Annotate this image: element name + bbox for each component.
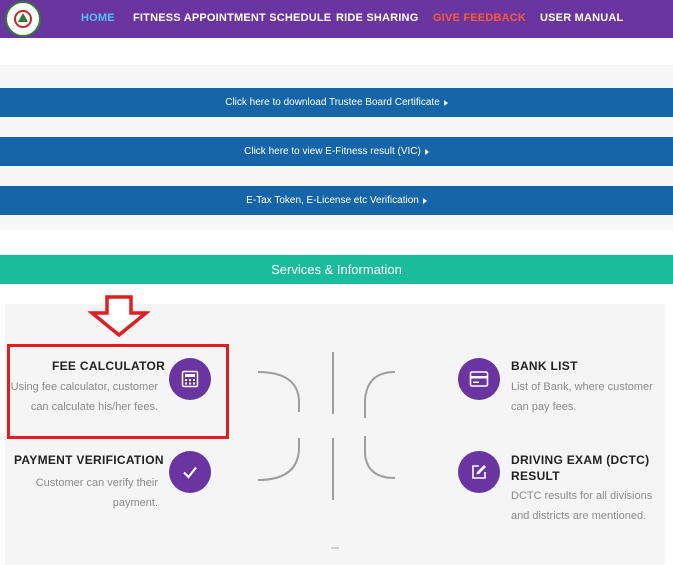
- trustee-certificate-label: Click here to download Trustee Board Cer…: [225, 97, 440, 108]
- caret-right-icon: [443, 100, 448, 106]
- top-navbar: HOME FITNESS APPOINTMENT SCHEDULE RIDE S…: [0, 0, 673, 38]
- decorative-brackets: [257, 352, 396, 549]
- red-arrow-down-icon: [88, 295, 150, 338]
- payment-verification-button[interactable]: [169, 451, 211, 493]
- fee-calculator-title[interactable]: FEE CALCULATOR: [52, 359, 165, 373]
- nav-give-feedback[interactable]: GIVE FEEDBACK: [433, 12, 526, 24]
- nav-user-manual[interactable]: USER MANUAL: [540, 12, 623, 24]
- fee-calculator-button[interactable]: [169, 358, 211, 400]
- payment-verification-title[interactable]: PAYMENT VERIFICATION: [14, 453, 164, 467]
- caret-right-icon: [422, 198, 427, 204]
- edit-icon: [472, 465, 486, 479]
- driving-exam-title[interactable]: DRIVING EXAM (DCTC) RESULT: [511, 452, 651, 484]
- site-logo[interactable]: [5, 1, 41, 37]
- bank-list-button[interactable]: [458, 358, 500, 400]
- efitness-result-link[interactable]: Click here to view E-Fitness result (VIC…: [0, 137, 673, 166]
- payment-verification-desc: Customer can verify their payment.: [35, 477, 158, 509]
- services-header: Services & Information: [0, 255, 673, 284]
- trustee-certificate-link[interactable]: Click here to download Trustee Board Cer…: [0, 88, 673, 117]
- nav-fitness-appointment[interactable]: FITNESS APPOINTMENT SCHEDULE: [133, 12, 331, 24]
- services-header-label: Services & Information: [271, 262, 402, 277]
- caret-right-icon: [424, 149, 429, 155]
- fee-calculator-desc: Using fee calculator, customer can calcu…: [10, 381, 158, 413]
- driving-exam-button[interactable]: [458, 451, 500, 493]
- etax-verification-link[interactable]: E-Tax Token, E-License etc Verification: [0, 186, 673, 215]
- etax-verification-label: E-Tax Token, E-License etc Verification: [246, 195, 419, 206]
- check-icon: [183, 466, 197, 479]
- bank-list-title[interactable]: BANK LIST: [511, 359, 578, 373]
- efitness-result-label: Click here to view E-Fitness result (VIC…: [244, 146, 421, 157]
- bank-card-icon: [469, 371, 489, 387]
- driving-exam-desc: DCTC results for all divisions and distr…: [511, 490, 653, 522]
- nav-home[interactable]: HOME: [81, 12, 115, 24]
- nav-ride-sharing[interactable]: RIDE SHARING: [336, 12, 418, 24]
- calculator-icon: [181, 370, 199, 388]
- bank-list-desc: List of Bank, where customer can pay fee…: [511, 381, 653, 413]
